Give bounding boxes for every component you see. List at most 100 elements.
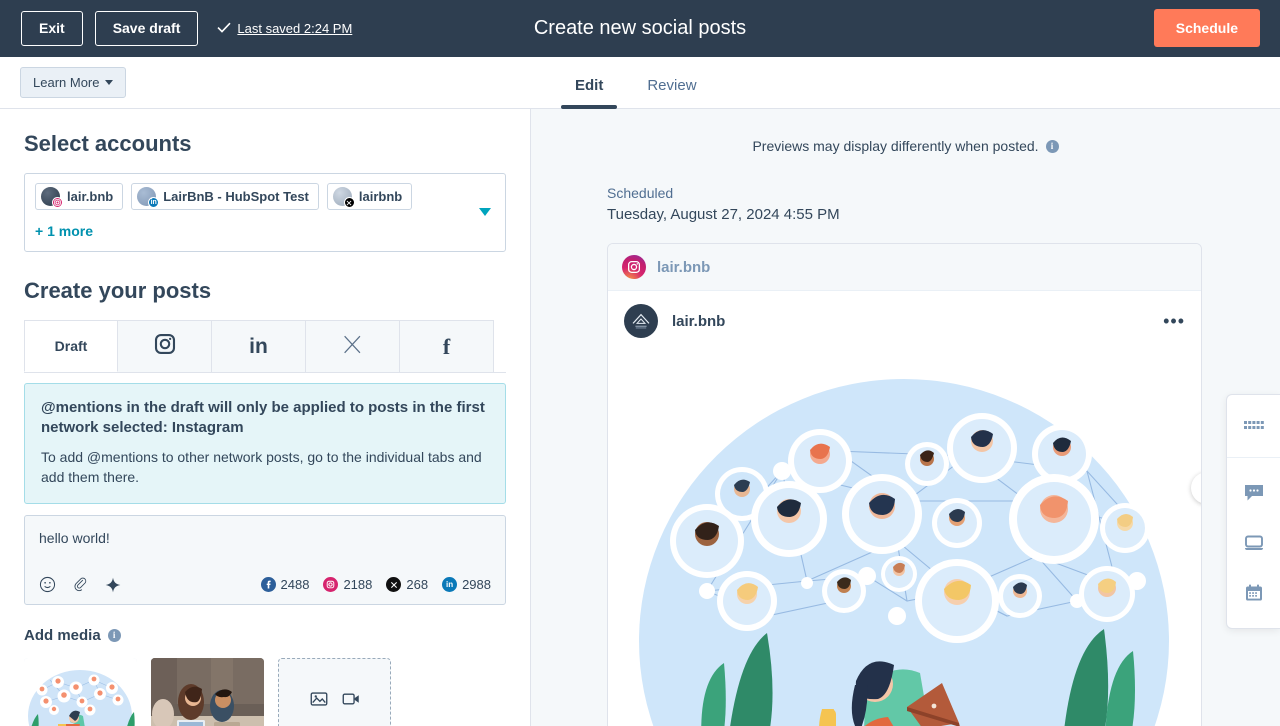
chevron-right-icon: [1201, 479, 1202, 497]
account-chip-label: lairbnb: [358, 189, 403, 204]
info-icon[interactable]: i: [107, 629, 121, 643]
character-counters: 2488 2188 268 in 2988: [260, 577, 491, 593]
post-preview-card: lair.bnb lair.bnb •••: [607, 243, 1202, 726]
chevron-down-icon: [105, 80, 114, 85]
apps-grid-icon[interactable]: [1227, 403, 1280, 453]
add-media-heading: Add media i: [24, 627, 506, 644]
x-icon: [342, 334, 363, 360]
counter-value: 268: [406, 577, 429, 593]
header-actions: Exit Save draft Last saved 2:24 PM: [0, 11, 352, 46]
image-icon[interactable]: [310, 690, 328, 708]
preview-username: lair.bnb: [672, 312, 726, 330]
select-accounts-heading: Select accounts: [24, 131, 192, 156]
last-saved-link[interactable]: Last saved 2:24 PM: [237, 21, 352, 36]
add-media-label: Add media: [24, 627, 101, 645]
editor-pane: Select accounts lair.bnb in LairBnB - Hu…: [0, 109, 531, 726]
account-chip-label: lair.bnb: [67, 189, 114, 204]
x-icon: [343, 197, 355, 208]
schedule-button[interactable]: Schedule: [1153, 9, 1260, 47]
avatar: [624, 304, 658, 338]
x-icon: [386, 577, 402, 593]
scheduled-label: Scheduled: [607, 185, 674, 201]
counter-x: 268: [386, 577, 429, 593]
tab-instagram[interactable]: [118, 320, 212, 372]
tab-x[interactable]: [306, 320, 400, 372]
media-thumbnail[interactable]: [151, 658, 264, 726]
account-chip[interactable]: lairbnb: [326, 183, 413, 210]
save-draft-button[interactable]: Save draft: [94, 11, 199, 46]
network-tabs: Draft in f: [24, 320, 506, 373]
show-more-accounts-link[interactable]: + 1 more: [35, 223, 93, 239]
linkedin-icon: in: [148, 197, 160, 208]
accounts-selector[interactable]: lair.bnb in LairBnB - HubSpot Test lairb…: [24, 173, 506, 252]
counter-value: 2188: [343, 577, 373, 593]
account-chip-list: lair.bnb in LairBnB - HubSpot Test lairb…: [35, 183, 495, 210]
main-content: Select accounts lair.bnb in LairBnB - Hu…: [0, 109, 1280, 726]
account-chip-label: LairBnB - HubSpot Test: [163, 189, 309, 204]
avatar: [41, 187, 63, 208]
preview-card-header: lair.bnb: [608, 244, 1201, 291]
ai-sparkle-icon[interactable]: [105, 577, 121, 593]
linkedin-icon: in: [249, 335, 268, 358]
add-media-tile[interactable]: [278, 658, 391, 726]
video-icon[interactable]: [342, 690, 360, 708]
learn-more-dropdown[interactable]: Learn More: [20, 67, 127, 98]
avatar: [332, 187, 355, 208]
info-icon[interactable]: i: [1045, 139, 1059, 153]
tab-review[interactable]: Review: [625, 77, 718, 108]
preview-media-image: [608, 351, 1201, 726]
preview-card-user: lair.bnb •••: [608, 291, 1201, 351]
last-saved-status: Last saved 2:24 PM: [217, 21, 352, 36]
sub-header: Learn More Edit Review: [0, 57, 1280, 109]
check-icon: [217, 21, 231, 35]
composer-textarea[interactable]: hello world!: [39, 530, 491, 558]
instagram-icon: [52, 197, 63, 208]
scheduled-date: Tuesday, August 27, 2024 4:55 PM: [607, 206, 840, 223]
tab-linkedin[interactable]: in: [212, 320, 306, 372]
account-chip[interactable]: lair.bnb: [35, 183, 124, 210]
counter-instagram: 2188: [323, 577, 373, 593]
attachment-icon[interactable]: [72, 576, 89, 593]
app-header: Exit Save draft Last saved 2:24 PM Creat…: [0, 0, 1280, 57]
knowledge-book-icon[interactable]: [1227, 518, 1280, 568]
counter-value: 2488: [280, 577, 310, 593]
page-title: Create new social posts: [533, 17, 747, 39]
composer-footer: 2488 2188 268 in 2988: [39, 576, 491, 593]
toolbar-divider: [1226, 457, 1280, 458]
learn-more-label: Learn More: [33, 75, 100, 90]
media-thumbnails: [24, 658, 506, 726]
schedule-info: Scheduled Tuesday, August 27, 2024 4:55 …: [607, 185, 1280, 223]
chat-bubble-icon[interactable]: [1227, 468, 1280, 518]
composer-tools: [39, 576, 121, 593]
avatar: in: [137, 187, 160, 208]
account-chip[interactable]: in LairBnB - HubSpot Test: [131, 183, 319, 210]
alert-title: @mentions in the draft will only be appl…: [41, 399, 485, 437]
preview-disclaimer: Previews may display differently when po…: [531, 109, 1280, 154]
emoji-icon[interactable]: [39, 576, 56, 593]
counter-linkedin: in 2988: [442, 577, 491, 593]
facebook-icon: f: [442, 333, 451, 359]
create-posts-heading: Create your posts: [24, 278, 212, 303]
instagram-icon: [622, 255, 646, 279]
preview-pane: Previews may display differently when po…: [531, 109, 1280, 726]
exit-button[interactable]: Exit: [21, 11, 83, 46]
linkedin-icon: in: [442, 577, 458, 593]
instagram-icon: [154, 333, 176, 360]
preview-network-name: lair.bnb: [657, 258, 711, 276]
mentions-alert: @mentions in the draft will only be appl…: [24, 383, 506, 505]
alert-body: To add @mentions to other network posts,…: [41, 448, 482, 485]
tab-draft[interactable]: Draft: [24, 320, 118, 372]
tab-facebook[interactable]: f: [400, 320, 494, 372]
calendar-icon[interactable]: [1227, 568, 1280, 618]
preview-disclaimer-text: Previews may display differently when po…: [752, 138, 1039, 154]
preview-menu-icon[interactable]: •••: [1163, 311, 1185, 332]
accounts-dropdown-caret-icon[interactable]: [479, 208, 491, 216]
side-toolbar: [1226, 394, 1280, 629]
facebook-icon: [260, 577, 276, 593]
counter-value: 2988: [462, 577, 491, 593]
media-thumbnail[interactable]: [24, 658, 137, 726]
instagram-icon: [323, 577, 339, 593]
counter-facebook: 2488: [260, 577, 310, 593]
tab-edit[interactable]: Edit: [553, 77, 625, 109]
post-composer[interactable]: hello world! 2488 2188 268 in 2988: [24, 515, 506, 606]
